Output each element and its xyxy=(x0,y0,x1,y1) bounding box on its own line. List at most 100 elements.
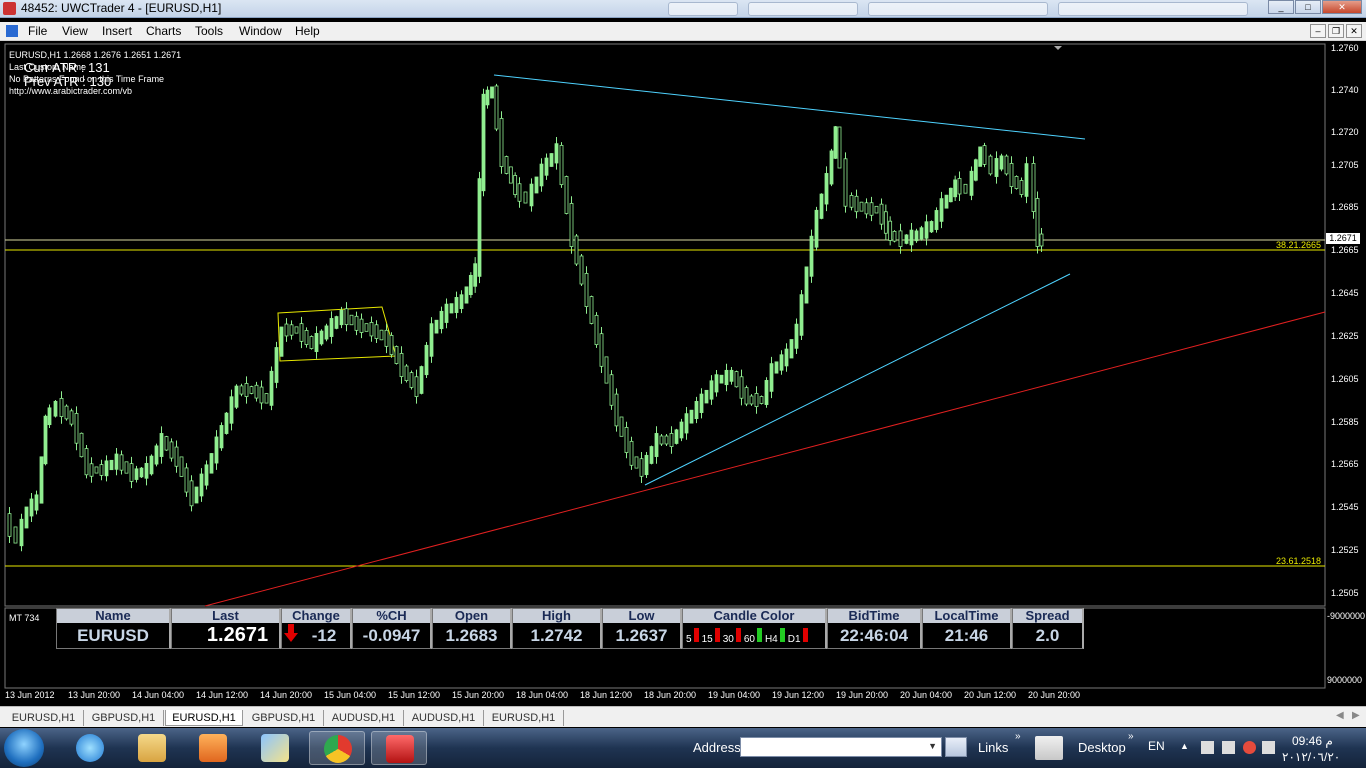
candle-body xyxy=(809,235,814,277)
candle-body xyxy=(879,203,884,225)
candle-body xyxy=(219,425,224,449)
candle-body xyxy=(179,456,184,477)
indicator-scale-bottom: 9000000 xyxy=(1327,675,1363,685)
time-tick: 14 Jun 04:00 xyxy=(132,690,185,700)
candle-body xyxy=(799,294,804,336)
candle-body xyxy=(539,163,544,187)
candle-body xyxy=(424,344,429,376)
candle-body xyxy=(849,195,854,208)
candle-color-bar xyxy=(802,628,808,642)
start-button[interactable] xyxy=(4,729,44,767)
scroll-left-icon[interactable]: ◀ xyxy=(1336,710,1344,721)
candle-body xyxy=(209,453,214,474)
candle-body xyxy=(481,93,486,192)
show-hidden-icons[interactable]: ▲ xyxy=(1180,741,1189,751)
candle-body xyxy=(299,323,304,342)
time-tick: 15 Jun 04:00 xyxy=(324,690,377,700)
clock-date[interactable]: ٢٠١٢/٠٦/٢٠ xyxy=(1282,750,1340,764)
quote-header: Spread xyxy=(1013,609,1082,623)
candle-body xyxy=(339,309,344,326)
candle-body xyxy=(409,372,414,388)
candle-body xyxy=(704,389,709,404)
candle-body xyxy=(909,229,914,246)
quote-last-value: 1.2671 xyxy=(206,624,269,646)
time-tick: 13 Jun 2012 xyxy=(5,690,55,700)
chart-tab[interactable]: AUDUSD,H1 xyxy=(404,710,484,726)
quote-header: %CH xyxy=(353,609,430,623)
desktop-toolbar[interactable]: Desktop xyxy=(1078,740,1126,755)
candle-body xyxy=(154,445,159,465)
chart-tab[interactable]: EURUSD,H1 xyxy=(484,710,564,726)
candle-body xyxy=(789,339,794,359)
candle-body xyxy=(124,461,129,474)
candle-body xyxy=(994,158,999,177)
candle-body xyxy=(669,433,674,447)
candle-body xyxy=(883,211,888,234)
candle-body xyxy=(324,325,329,340)
candle-body xyxy=(999,155,1004,170)
language-indicator[interactable]: EN xyxy=(1148,739,1165,753)
candle-body xyxy=(963,183,968,194)
quote-high: 1.2742 xyxy=(530,626,583,645)
quote-header: Open xyxy=(433,609,510,623)
media-player-icon[interactable] xyxy=(185,731,241,765)
chart-tab[interactable]: GBPUSD,H1 xyxy=(244,710,324,726)
candle-body xyxy=(1004,155,1009,175)
file-explorer-icon[interactable] xyxy=(124,731,180,765)
time-tick: 18 Jun 20:00 xyxy=(644,690,697,700)
address-go-button[interactable] xyxy=(945,737,967,757)
desktop-chevron-icon[interactable]: » xyxy=(1128,731,1134,742)
scroll-right-icon[interactable]: ▶ xyxy=(1352,710,1360,721)
candle-body xyxy=(144,463,149,479)
links-toolbar[interactable]: Links xyxy=(978,740,1008,755)
candle-color-bar xyxy=(756,628,762,642)
clock-time[interactable]: 09:46 م xyxy=(1292,734,1333,748)
chart-tab[interactable]: GBPUSD,H1 xyxy=(84,710,164,726)
candle-body xyxy=(259,386,264,404)
candle-body xyxy=(53,400,58,417)
quote-symbol: EURUSD xyxy=(77,626,149,645)
quote-candle-color-column: Candle Color 5 15 30 60 H4 D1 xyxy=(682,608,827,649)
chrome-icon[interactable] xyxy=(309,731,365,765)
action-center-icon[interactable] xyxy=(1243,741,1256,754)
candle-body xyxy=(264,393,269,404)
candle-body xyxy=(69,410,74,425)
chart-tab[interactable]: AUDUSD,H1 xyxy=(324,710,404,726)
candle-body xyxy=(134,468,139,480)
quote-pct-column: %CH -0.0947 xyxy=(352,608,432,649)
pen-tablet-icon[interactable] xyxy=(1035,736,1063,760)
candle-body xyxy=(94,466,99,474)
dropdown-icon[interactable]: ▼ xyxy=(928,741,937,751)
candle-body xyxy=(189,480,194,507)
candle-body xyxy=(79,432,84,458)
indicator-scale-top: -9000000 xyxy=(1327,611,1366,621)
candle-body xyxy=(344,308,349,326)
address-input[interactable]: ▼ xyxy=(740,737,942,757)
candle-body xyxy=(574,235,579,265)
price-chart[interactable] xyxy=(0,0,1366,706)
internet-explorer-icon[interactable] xyxy=(62,731,118,765)
candle-body xyxy=(559,144,564,186)
quote-local-time: 21:46 xyxy=(944,626,989,645)
candle-body xyxy=(969,170,974,196)
candle-body xyxy=(384,329,389,347)
candle-body xyxy=(24,506,29,529)
network-icon[interactable] xyxy=(1201,741,1214,754)
quote-header: Candle Color xyxy=(683,609,825,623)
candle-body xyxy=(289,324,294,336)
volume-muted-icon[interactable] xyxy=(1222,741,1235,754)
candlestick-series xyxy=(7,83,1044,552)
address-label: Address xyxy=(693,740,741,755)
chart-tab-active[interactable]: EURUSD,H1 xyxy=(165,710,243,726)
candle-body xyxy=(724,369,729,386)
paint-icon[interactable] xyxy=(247,731,303,765)
trader-app-icon[interactable] xyxy=(371,731,427,765)
candle-body xyxy=(759,396,764,404)
power-icon[interactable] xyxy=(1262,741,1275,754)
quote-pct-change: -0.0947 xyxy=(362,626,421,645)
candle-body xyxy=(934,210,939,230)
candle-body xyxy=(679,421,684,439)
links-chevron-icon[interactable]: » xyxy=(1015,731,1021,742)
quote-header: BidTime xyxy=(828,609,920,623)
chart-tab[interactable]: EURUSD,H1 xyxy=(4,710,84,726)
